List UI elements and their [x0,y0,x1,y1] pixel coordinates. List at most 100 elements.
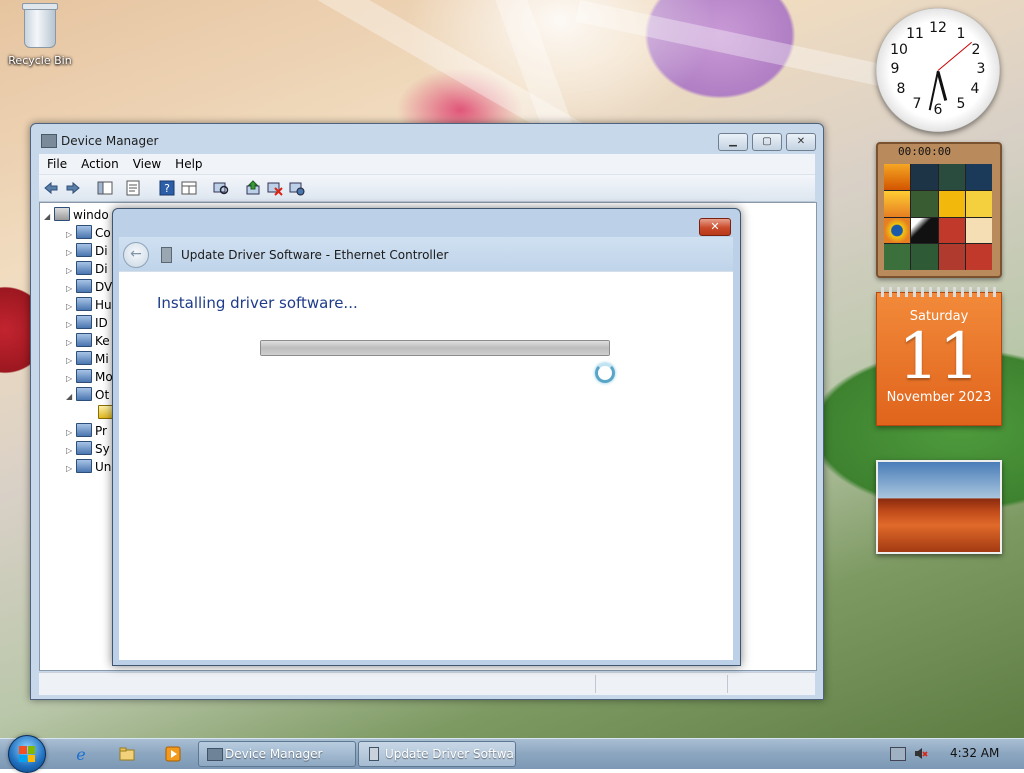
toolbar: ? [39,175,815,202]
puzzle-timer: 00:00:00 [898,145,951,158]
device-category-icon [76,423,92,437]
update-driver-icon[interactable] [245,180,261,196]
volume-muted-icon[interactable] [914,747,928,760]
clock-number: 3 [976,61,986,77]
dialog-content: Installing driver software... [119,271,733,660]
back-icon[interactable] [43,180,59,196]
hour-hand [936,71,948,101]
uninstall-icon[interactable] [267,180,283,196]
network-icon[interactable] [890,747,906,761]
taskbar-clock[interactable]: 4:32 AM [950,746,999,760]
slideshow-gadget[interactable] [876,460,1002,554]
tree-item[interactable]: ▷ Hu [66,297,112,315]
tree-item[interactable]: ▷ DV [66,279,112,297]
device-category-icon [76,297,92,311]
calendar-month-year: November 2023 [886,390,992,405]
tree-item[interactable]: ▷ Pr [66,423,107,441]
clock-number: 9 [890,61,900,77]
dialog-close-button[interactable]: ✕ [699,218,731,236]
status-bar [39,672,815,695]
clock-number: 7 [912,96,922,112]
tree-item[interactable]: ▷ Mi [66,351,109,369]
device-category-icon [76,459,92,473]
system-tray: 4:32 AM [884,739,1024,769]
title-bar[interactable]: Device Manager ▁ ▢ ✕ [31,124,823,154]
calendar-rings [881,287,997,297]
tree-root[interactable]: ◢ windo [44,207,109,225]
window-title: Device Manager [61,134,159,148]
recycle-bin-desktop-icon[interactable]: Recycle Bin [8,3,72,67]
picture-puzzle-gadget[interactable]: 00:00:00 [876,142,1002,278]
view-icon[interactable] [181,180,197,196]
tree-item[interactable]: ▷ Di [66,261,108,279]
device-category-icon [76,279,92,293]
tree-item[interactable]: ▷ Sy [66,441,110,459]
back-arrow-icon[interactable]: ← [123,242,149,268]
device-category-icon [76,333,92,347]
device-category-icon [76,441,92,455]
device-category-icon [76,351,92,365]
clock-number: 1 [956,26,966,42]
device-category-icon [76,243,92,257]
device-category-icon [76,387,92,401]
taskbar-update-driver[interactable]: Update Driver Softwa... [358,741,516,767]
clock-number: 12 [929,20,947,36]
calendar-day: 11 [898,320,980,394]
tree-item[interactable]: ▷ Ke [66,333,110,351]
device-manager-icon [41,134,57,148]
help-icon[interactable]: ? [159,180,175,196]
folder-icon[interactable] [118,745,136,763]
recycle-bin-icon [22,3,58,48]
scan-hardware-icon[interactable] [213,180,229,196]
show-hide-tree-icon[interactable] [97,180,113,196]
internet-explorer-icon[interactable]: e [72,745,90,764]
tree-item[interactable]: ◢ Ot [66,387,109,405]
svg-text:e: e [76,745,85,763]
media-player-icon[interactable] [164,745,182,763]
tree-item[interactable]: ▷ ID [66,315,108,333]
start-button[interactable] [8,735,46,773]
calendar-gadget[interactable]: Saturday 11 November 2023 [876,287,1002,426]
forward-icon[interactable] [65,180,81,196]
tree-item[interactable]: ▷ Un [66,459,111,477]
clock-gadget[interactable]: 12 1 2 3 4 5 6 7 8 9 10 11 [876,8,1000,132]
clock-number: 4 [970,81,980,97]
menu-bar: File Action View Help [39,154,815,175]
clock-number: 10 [890,42,908,58]
clock-number: 8 [896,81,906,97]
device-category-icon [76,225,92,239]
disable-icon[interactable] [289,180,305,196]
clock-number: 5 [956,96,966,112]
install-progress-bar [260,340,610,356]
menu-file[interactable]: File [39,154,73,171]
clock-number: 11 [906,26,924,42]
status-heading: Installing driver software... [157,294,358,312]
puzzle-grid[interactable] [884,164,992,270]
progress-fill [261,341,609,355]
tree-item[interactable]: ▷ Co [66,225,111,243]
close-button[interactable]: ✕ [786,133,816,151]
svg-text:?: ? [164,182,170,195]
dialog-title: Update Driver Software - Ethernet Contro… [181,248,449,262]
tree-item[interactable]: ▷ Di [66,243,108,261]
update-driver-dialog[interactable]: ✕ ← Update Driver Software - Ethernet Co… [112,208,741,666]
menu-action[interactable]: Action [73,154,125,171]
menu-view[interactable]: View [125,154,167,171]
taskbar-device-manager[interactable]: Device Manager [198,741,356,767]
minimize-button[interactable]: ▁ [718,133,748,151]
device-manager-icon [207,748,223,761]
device-category-icon [76,315,92,329]
recycle-bin-label: Recycle Bin [8,54,72,67]
device-icon [161,247,172,263]
windows-logo-icon [19,746,35,762]
device-icon [369,747,379,761]
device-category-icon [76,369,92,383]
device-category-icon [76,261,92,275]
tree-item[interactable]: ▷ Mo [66,369,113,387]
task-label: Update Driver Softwa... [385,747,516,761]
maximize-button[interactable]: ▢ [752,133,782,151]
properties-icon[interactable] [125,180,141,196]
taskbar: e Device Manager Update Driver Softwa...… [0,735,1024,773]
task-label: Device Manager [225,747,323,761]
menu-help[interactable]: Help [167,154,208,171]
